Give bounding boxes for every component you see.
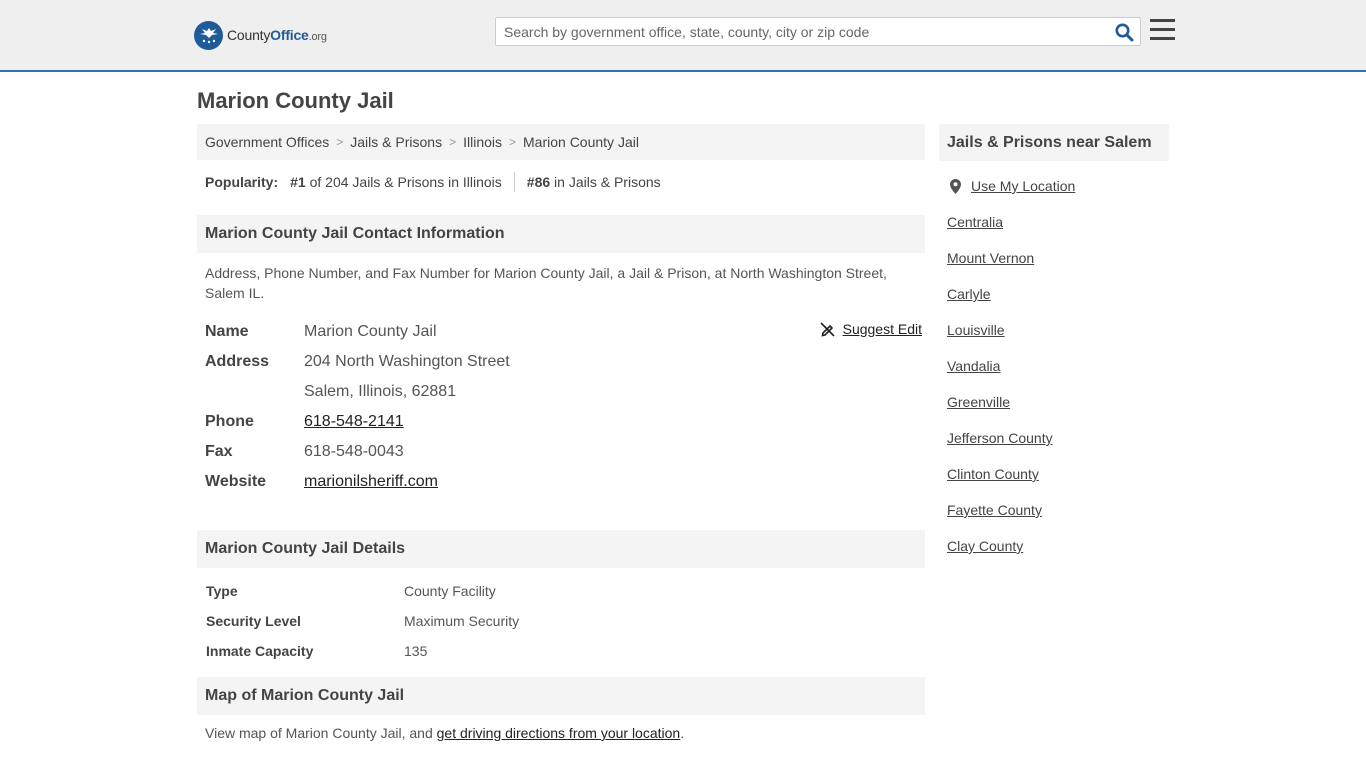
use-location-item: Use My Location xyxy=(947,178,1169,214)
nearby-link-clay-county[interactable]: Clay County xyxy=(947,538,1023,554)
details-table: Type County Facility Security Level Maxi… xyxy=(197,576,925,666)
sidebar-heading: Jails & Prisons near Salem xyxy=(939,124,1169,161)
fax-row: Fax 618-548-0043 xyxy=(197,437,925,467)
map-heading: Map of Marion County Jail xyxy=(197,677,925,715)
list-item: Mount Vernon xyxy=(947,250,1169,286)
breadcrumb-current[interactable]: Marion County Jail xyxy=(523,134,639,150)
contact-info-table: Suggest Edit Name Marion County Jail Add… xyxy=(197,317,925,497)
site-header: CountyOffice.org xyxy=(0,0,1366,72)
list-item: Vandalia xyxy=(947,358,1169,394)
name-row: Name Marion County Jail xyxy=(197,317,925,347)
search-box xyxy=(495,17,1141,46)
detail-row-type: Type County Facility xyxy=(197,576,925,606)
chevron-right-icon: > xyxy=(509,135,517,149)
nearby-link-greenville[interactable]: Greenville xyxy=(947,394,1010,410)
nearby-link-clinton-county[interactable]: Clinton County xyxy=(947,466,1039,482)
list-item: Centralia xyxy=(947,214,1169,250)
list-item: Carlyle xyxy=(947,286,1169,322)
search-icon xyxy=(1115,23,1133,41)
logo-text-county: County xyxy=(227,27,271,43)
contact-description: Address, Phone Number, and Fax Number fo… xyxy=(205,265,887,301)
logo-text-org: .org xyxy=(308,31,327,43)
nearby-link-carlyle[interactable]: Carlyle xyxy=(947,286,991,302)
popularity-label: Popularity: xyxy=(205,174,279,190)
site-logo[interactable]: CountyOffice.org xyxy=(194,20,327,50)
page-title: Marion County Jail xyxy=(197,88,394,113)
search-input[interactable] xyxy=(496,18,1106,45)
breadcrumb-government-offices[interactable]: Government Offices xyxy=(205,134,329,150)
nearby-link-louisville[interactable]: Louisville xyxy=(947,322,1005,338)
list-item: Clay County xyxy=(947,538,1169,574)
type-label: Type xyxy=(206,583,238,599)
map-text-after: . xyxy=(680,725,685,741)
logo-text-office: Office xyxy=(270,27,309,43)
detail-row-security: Security Level Maximum Security xyxy=(197,606,925,636)
nearby-link-mount-vernon[interactable]: Mount Vernon xyxy=(947,250,1034,266)
driving-directions-link[interactable]: get driving directions from your locatio… xyxy=(437,725,681,741)
search-button[interactable] xyxy=(1114,22,1134,42)
fax-value: 618-548-0043 xyxy=(304,443,404,460)
list-item: Louisville xyxy=(947,322,1169,358)
map-marker-icon xyxy=(947,178,963,194)
detail-row-capacity: Inmate Capacity 135 xyxy=(197,636,925,666)
chevron-right-icon: > xyxy=(449,135,457,149)
website-label: Website xyxy=(205,473,267,490)
state-rank: #1 xyxy=(290,174,306,190)
fax-label: Fax xyxy=(205,443,233,460)
chevron-right-icon: > xyxy=(336,135,344,149)
security-label: Security Level xyxy=(206,613,301,629)
phone-link[interactable]: 618-548-2141 xyxy=(304,413,404,430)
state-rank-text: of 204 Jails & Prisons in Illinois xyxy=(309,174,502,190)
eagle-seal-icon xyxy=(194,20,223,50)
breadcrumb-illinois[interactable]: Illinois xyxy=(463,134,502,150)
map-text-before: View map of Marion County Jail, and xyxy=(205,725,437,741)
list-item: Fayette County xyxy=(947,502,1169,538)
list-item: Greenville xyxy=(947,394,1169,430)
address-line1: 204 North Washington Street xyxy=(304,353,510,370)
national-rank: #86 xyxy=(526,174,551,190)
name-label: Name xyxy=(205,323,249,340)
contact-heading: Marion County Jail Contact Information xyxy=(197,215,925,253)
nearby-link-centralia[interactable]: Centralia xyxy=(947,214,1003,230)
security-value: Maximum Security xyxy=(404,613,520,629)
phone-label: Phone xyxy=(205,413,254,430)
main-content: Government Offices > Jails & Prisons > I… xyxy=(197,124,925,741)
address-row-2: Salem, Illinois, 62881 xyxy=(197,377,925,407)
logo-wordmark: CountyOffice.org xyxy=(227,27,327,43)
popularity-bar: Popularity: #1 of 204 Jails & Prisons in… xyxy=(197,160,925,204)
nearby-link-fayette-county[interactable]: Fayette County xyxy=(947,502,1042,518)
breadcrumb: Government Offices > Jails & Prisons > I… xyxy=(197,124,925,160)
list-item: Clinton County xyxy=(947,466,1169,502)
map-description: View map of Marion County Jail, and get … xyxy=(197,715,925,741)
hamburger-menu-icon[interactable] xyxy=(1150,19,1175,42)
website-link[interactable]: marionilsheriff.com xyxy=(304,473,438,490)
sidebar: Jails & Prisons near Salem Use My Locati… xyxy=(939,124,1169,574)
nearby-link-vandalia[interactable]: Vandalia xyxy=(947,358,1000,374)
address-line2: Salem, Illinois, 62881 xyxy=(304,383,457,400)
type-value: County Facility xyxy=(404,583,496,599)
national-rank-text: in Jails & Prisons xyxy=(554,174,661,190)
breadcrumb-jails-prisons[interactable]: Jails & Prisons xyxy=(350,134,442,150)
capacity-label: Inmate Capacity xyxy=(206,643,314,659)
capacity-value: 135 xyxy=(404,643,428,659)
address-row: Address 204 North Washington Street xyxy=(197,347,925,377)
list-item: Jefferson County xyxy=(947,430,1169,466)
nearby-list: Use My Location Centralia Mount Vernon C… xyxy=(939,178,1169,574)
nearby-link-jefferson-county[interactable]: Jefferson County xyxy=(947,430,1053,446)
website-row: Website marionilsheriff.com xyxy=(197,467,925,497)
details-heading: Marion County Jail Details xyxy=(197,530,925,568)
divider xyxy=(513,172,515,192)
address-label: Address xyxy=(205,353,270,370)
use-my-location-link[interactable]: Use My Location xyxy=(971,178,1075,194)
phone-row: Phone 618-548-2141 xyxy=(197,407,925,437)
name-value: Marion County Jail xyxy=(304,323,437,340)
